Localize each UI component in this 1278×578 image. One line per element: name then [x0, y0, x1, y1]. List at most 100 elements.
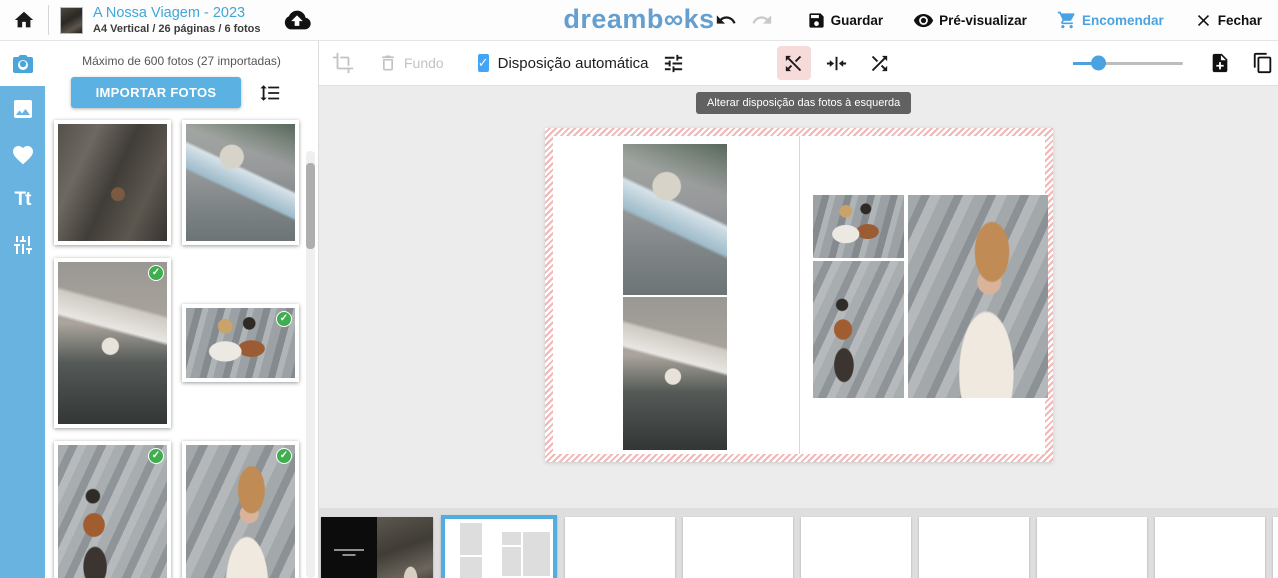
- filmstrip-page-blank[interactable]: [1273, 517, 1278, 578]
- top-bar-actions: Guardar Pré-visualizar Encomendar Fechar: [715, 9, 1278, 31]
- project-subtitle: A4 Vertical / 26 páginas / 6 fotos: [93, 23, 261, 36]
- project-meta: A Nossa Viagem - 2023 A4 Vertical / 26 p…: [93, 5, 261, 35]
- tooltip: Alterar disposição das fotos à esquerda: [696, 92, 911, 114]
- project-title[interactable]: A Nossa Viagem - 2023: [93, 5, 261, 22]
- merge-pages-button[interactable]: [820, 46, 854, 80]
- heart-icon: [11, 143, 35, 167]
- mini-photo: [502, 547, 521, 576]
- panel-scrollbar-thumb[interactable]: [306, 163, 315, 249]
- mini-photo: [460, 523, 482, 555]
- filmstrip-page-blank[interactable]: [801, 517, 911, 578]
- mini-photo: [460, 557, 482, 578]
- project-cover-thumbnail[interactable]: [60, 7, 83, 34]
- filmstrip-page-blank[interactable]: [683, 517, 793, 578]
- save-button[interactable]: Guardar: [807, 11, 884, 30]
- photo-thumbnail-1[interactable]: [54, 120, 171, 245]
- photo-thumbnail-5[interactable]: [54, 441, 171, 578]
- page-filmstrip: [319, 508, 1278, 578]
- sidebar-item-images[interactable]: [11, 97, 35, 121]
- photo-column-right: [182, 120, 299, 578]
- used-check-icon: [148, 448, 164, 464]
- photo-image: [58, 262, 167, 424]
- redo-icon[interactable]: [751, 9, 773, 31]
- background-label: Fundo: [404, 55, 444, 71]
- used-check-icon: [276, 448, 292, 464]
- zoom-slider[interactable]: [1073, 62, 1183, 65]
- preview-button[interactable]: Pré-visualizar: [913, 10, 1027, 31]
- divider: [48, 5, 49, 35]
- photo-panel-actions: IMPORTAR FOTOS: [45, 68, 318, 108]
- undo-icon[interactable]: [715, 9, 737, 31]
- sidebar-rail: Tt: [0, 41, 45, 578]
- sidebar-blue-rail: Tt: [0, 86, 45, 578]
- placed-photo-boat-lean[interactable]: [623, 144, 727, 295]
- cloud-upload-icon[interactable]: [283, 6, 311, 34]
- photo-image: [186, 124, 295, 241]
- photo-thumbnail-4[interactable]: [182, 304, 299, 382]
- photo-grid: [45, 108, 318, 578]
- sidebar-item-favorites[interactable]: [11, 143, 35, 167]
- shuffle-left-page-button[interactable]: [777, 46, 811, 80]
- sidebar-item-camera[interactable]: [0, 41, 45, 86]
- layout-shuffle-group: [777, 46, 897, 80]
- canvas-column: Fundo Disposição automática: [318, 41, 1278, 578]
- placed-photo-boat-sit[interactable]: [623, 297, 727, 450]
- delete-background-button[interactable]: Fundo: [378, 53, 444, 73]
- placed-photo-man-lean[interactable]: [813, 261, 904, 398]
- mini-photo: [523, 532, 550, 576]
- close-button[interactable]: Fechar: [1194, 11, 1262, 30]
- filmstrip-page-blank[interactable]: [919, 517, 1029, 578]
- preview-label: Pré-visualizar: [939, 13, 1027, 28]
- top-bar-left: A Nossa Viagem - 2023 A4 Vertical / 26 p…: [0, 5, 311, 35]
- photo-panel: Máximo de 600 fotos (27 importadas) IMPO…: [45, 41, 318, 578]
- page-left[interactable]: [553, 136, 799, 454]
- shuffle-right-page-button[interactable]: [863, 46, 897, 80]
- page-right[interactable]: [799, 136, 1045, 454]
- mini-photo: [502, 532, 521, 545]
- cover-text-line: [343, 554, 356, 556]
- photo-thumbnail-3[interactable]: [54, 258, 171, 428]
- placed-photo-woman-hat[interactable]: [908, 195, 1048, 398]
- app-window: A Nossa Viagem - 2023 A4 Vertical / 26 p…: [0, 0, 1278, 578]
- canvas-area[interactable]: Alterar disposição das fotos à esquerda: [319, 86, 1278, 508]
- order-button[interactable]: Encomendar: [1057, 10, 1164, 30]
- page-spread[interactable]: [545, 128, 1053, 462]
- photo-image: [58, 445, 167, 578]
- trash-outline-icon: [378, 53, 398, 73]
- cover-text-line: [334, 549, 364, 551]
- add-page-button[interactable]: [1209, 52, 1231, 74]
- photo-image: [58, 124, 167, 241]
- spread-pages: [553, 136, 1045, 454]
- duplicate-page-button[interactable]: [1252, 52, 1274, 74]
- cover-front-photo: [377, 517, 433, 578]
- sidebar-item-adjustments[interactable]: [11, 233, 35, 257]
- photo-column-left: [54, 120, 171, 578]
- slider-knob[interactable]: [1091, 56, 1106, 71]
- photo-limit-text: Máximo de 600 fotos (27 importadas): [45, 41, 318, 68]
- image-icon: [11, 97, 35, 121]
- sort-order-icon[interactable]: [259, 82, 281, 104]
- home-icon[interactable]: [13, 9, 35, 31]
- used-check-icon: [148, 265, 164, 281]
- layout-settings-icon[interactable]: [662, 52, 685, 75]
- close-icon: [1194, 11, 1213, 30]
- photo-image: [186, 445, 295, 578]
- eye-icon: [913, 10, 934, 31]
- filmstrip-page-blank[interactable]: [1155, 517, 1265, 578]
- filmstrip-page-current[interactable]: [441, 515, 557, 578]
- auto-layout-checkbox[interactable]: [478, 54, 489, 72]
- used-check-icon: [276, 311, 292, 327]
- crop-icon[interactable]: [332, 52, 354, 74]
- placed-photo-couple[interactable]: [813, 195, 904, 258]
- import-photos-button[interactable]: IMPORTAR FOTOS: [71, 77, 241, 108]
- filmstrip-page-blank[interactable]: [565, 517, 675, 578]
- shuffle-right-icon: [868, 52, 891, 75]
- sidebar-item-text[interactable]: Tt: [15, 189, 31, 211]
- save-icon: [807, 11, 826, 30]
- filmstrip-page-cover[interactable]: [321, 517, 433, 578]
- top-bar: A Nossa Viagem - 2023 A4 Vertical / 26 p…: [0, 0, 1278, 41]
- photo-thumbnail-2[interactable]: [182, 120, 299, 245]
- photo-thumbnail-6[interactable]: [182, 441, 299, 578]
- filmstrip-page-blank[interactable]: [1037, 517, 1147, 578]
- panel-scrollbar-track[interactable]: [306, 151, 315, 578]
